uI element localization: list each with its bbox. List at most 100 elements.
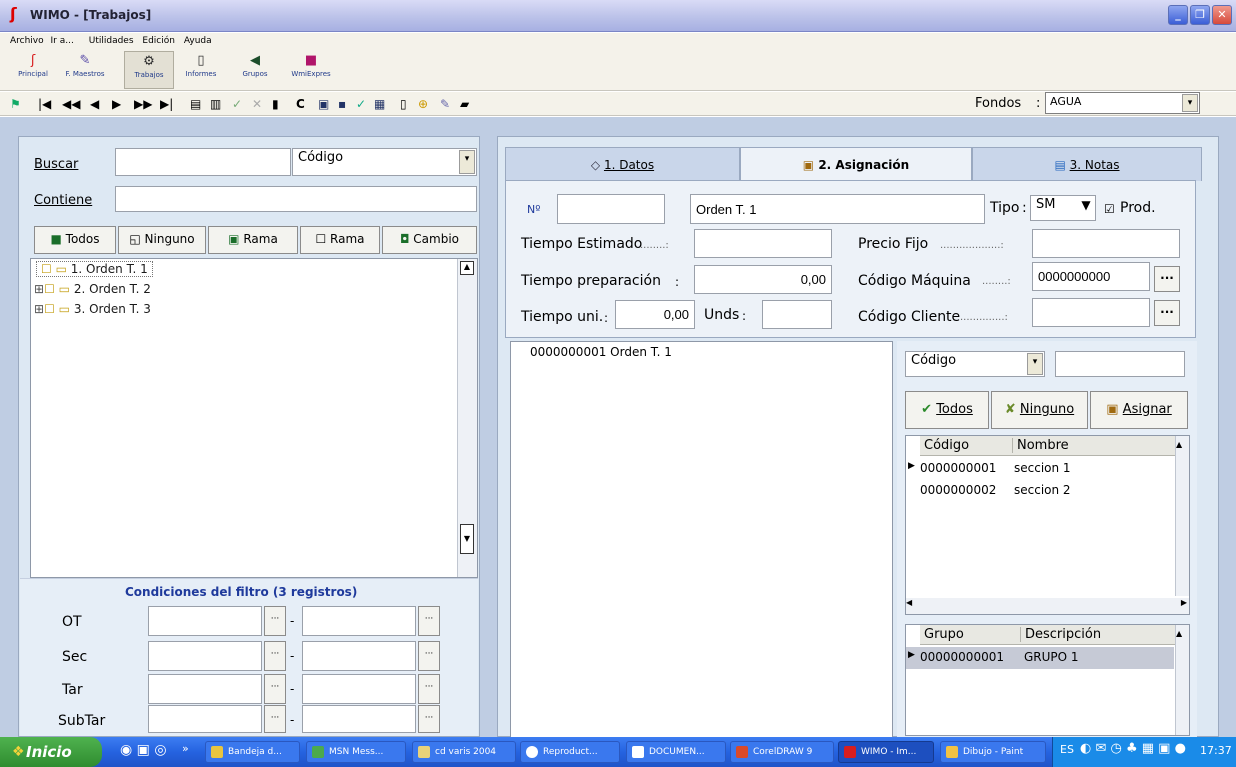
first-record-button[interactable]: |◀ <box>38 96 51 112</box>
chevron-down-icon[interactable]: ▾ <box>1182 94 1198 112</box>
list-item[interactable]: 0000000001 Orden T. 1 <box>530 345 672 359</box>
language-indicator[interactable]: ES <box>1060 743 1074 756</box>
menu-ir-a[interactable]: Ir a... <box>51 36 74 46</box>
taskbar-item-paint[interactable]: Dibujo - Paint <box>940 741 1046 763</box>
taskbar-item-bandeja[interactable]: Bandeja d... <box>205 741 300 763</box>
scroll-up-icon[interactable]: ▲ <box>460 261 474 275</box>
quicklaunch-icons[interactable]: ◉ ▣ ◎ <box>120 742 167 758</box>
ot-to-lookup-button[interactable]: ··· <box>418 606 440 636</box>
document-icon[interactable]: ▯ <box>400 96 407 112</box>
close-button[interactable]: ✕ <box>1212 5 1232 25</box>
last-record-button[interactable]: ▶| <box>160 96 173 112</box>
taskbar-item-coreldraw[interactable]: CorelDRAW 9 <box>730 741 834 763</box>
tar-to-lookup-button[interactable]: ··· <box>418 674 440 704</box>
new-record-icon[interactable]: ▤ <box>190 96 201 112</box>
grid-scrollbar[interactable]: ▲ <box>1175 625 1189 735</box>
cancel-icon[interactable]: ✕ <box>252 96 262 112</box>
grupos-button[interactable]: ◀ Grupos <box>230 51 280 89</box>
subtar-to-input[interactable] <box>302 705 416 733</box>
chevron-down-icon[interactable]: ▾ <box>459 150 475 174</box>
tipo-select[interactable]: SM ▼ <box>1030 195 1096 221</box>
tar-to-input[interactable] <box>302 674 416 704</box>
taskbar-item-folder[interactable]: cd varis 2004 <box>412 741 516 763</box>
section-search-input[interactable] <box>1055 351 1185 377</box>
grid-hscrollbar[interactable]: ◀ ▶ <box>906 598 1189 614</box>
subtar-from-lookup-button[interactable]: ··· <box>264 705 286 733</box>
tree-item-2[interactable]: ⊞☐ ▭ 2. Orden T. 2 <box>34 282 151 296</box>
codigo-cliente-lookup-button[interactable]: ··· <box>1154 300 1180 326</box>
prev-record-button[interactable]: ◀ <box>90 96 99 112</box>
tar-from-input[interactable] <box>148 674 262 704</box>
tools-icon[interactable]: ✎ <box>440 96 450 112</box>
codigo-maquina-lookup-button[interactable]: ··· <box>1154 266 1180 292</box>
alert-icon[interactable]: ⊕ <box>418 96 428 112</box>
scroll-right-icon[interactable]: ▶ <box>1181 598 1187 607</box>
menu-archivo[interactable]: Archivo <box>10 36 44 46</box>
prod-checkbox[interactable]: ☑ <box>1104 202 1115 216</box>
chevron-down-icon[interactable]: ▾ <box>1027 353 1043 375</box>
next-record-button[interactable]: ▶ <box>112 96 121 112</box>
rama-uncheck-button[interactable]: ☐ Rama <box>300 226 380 254</box>
expand-icon[interactable]: ⊞ <box>34 282 44 296</box>
accept-icon[interactable]: ✓ <box>232 96 242 112</box>
tab-datos[interactable]: ◇ 1. Datos <box>505 147 740 181</box>
sec-to-lookup-button[interactable]: ··· <box>418 641 440 671</box>
rama-check-button[interactable]: ▣ Rama <box>208 226 298 254</box>
tree-item-3[interactable]: ⊞☐ ▭ 3. Orden T. 3 <box>34 302 151 316</box>
ot-to-input[interactable] <box>302 606 416 636</box>
minimize-button[interactable]: _ <box>1168 5 1188 25</box>
menu-edicion[interactable]: Edición <box>142 36 175 46</box>
sec-to-input[interactable] <box>302 641 416 671</box>
ot-from-lookup-button[interactable]: ··· <box>264 606 286 636</box>
next-page-button[interactable]: ▶▶ <box>134 96 152 112</box>
menu-utilidades[interactable]: Utilidades <box>89 36 134 46</box>
table-row[interactable]: ▶ 0000000001 seccion 1 <box>906 458 1174 480</box>
scroll-down-icon[interactable]: ▼ <box>460 524 474 554</box>
select-all-button[interactable]: ✔ Todos <box>905 391 989 429</box>
tree-scrollbar[interactable]: ▲ ▼ <box>457 259 477 577</box>
asignar-button[interactable]: ▣ Asignar <box>1090 391 1188 429</box>
cambio-button[interactable]: ◘ Cambio <box>382 226 477 254</box>
ot-from-input[interactable] <box>148 606 262 636</box>
expand-icon[interactable]: ⊞ <box>34 302 44 316</box>
codigo-cliente-input[interactable] <box>1032 298 1150 327</box>
trabajos-button[interactable]: ⚙ Trabajos <box>124 51 174 89</box>
informes-button[interactable]: ▯ Informes <box>176 51 226 89</box>
chevron-down-icon[interactable]: ▼ <box>1078 197 1094 219</box>
taskbar-item-msn[interactable]: MSN Mess... <box>306 741 406 763</box>
sec-from-input[interactable] <box>148 641 262 671</box>
precio-fijo-input[interactable] <box>1032 229 1180 258</box>
exit-icon[interactable]: ▰ <box>460 96 469 112</box>
copy-record-icon[interactable]: ▥ <box>210 96 221 112</box>
subtar-from-input[interactable] <box>148 705 262 733</box>
section-field-select[interactable]: Código ▾ <box>905 351 1045 377</box>
tiempo-uni-input[interactable] <box>615 300 695 329</box>
select-none-button[interactable]: ✘ Ninguno <box>991 391 1088 429</box>
tray-icons[interactable]: ◐ ✉ ◷ ♣ ▦ ▣ ● <box>1080 741 1186 756</box>
codigo-maquina-input[interactable] <box>1032 262 1150 291</box>
scroll-up-icon[interactable]: ▲ <box>1176 440 1182 449</box>
scroll-left-icon[interactable]: ◀ <box>906 598 912 607</box>
table-row[interactable]: ▶ 00000000001 GRUPO 1 <box>906 647 1174 669</box>
todos-button[interactable]: ■ Todos <box>34 226 116 254</box>
buscar-field-select[interactable]: Código ▾ <box>292 148 477 176</box>
scroll-up-icon[interactable]: ▲ <box>1176 629 1182 638</box>
order-name-input[interactable] <box>690 194 985 224</box>
contiene-input[interactable] <box>115 186 477 212</box>
menu-ayuda[interactable]: Ayuda <box>184 36 212 46</box>
tar-from-lookup-button[interactable]: ··· <box>264 674 286 704</box>
grid-scrollbar[interactable]: ▲ <box>1175 436 1189 596</box>
table-row[interactable]: 0000000002 seccion 2 <box>906 480 1174 502</box>
chevron-icon[interactable]: » <box>182 742 189 755</box>
wmiexpres-button[interactable]: ■ WmiExpres <box>286 51 336 89</box>
calendar-icon[interactable]: ▦ <box>374 96 385 112</box>
taskbar-item-documento[interactable]: DOCUMEN... <box>626 741 726 763</box>
maximize-button[interactable]: ❐ <box>1190 5 1210 25</box>
tab-asignacion[interactable]: ▣ 2. Asignación <box>740 147 972 182</box>
numero-input[interactable] <box>557 194 665 224</box>
maestros-button[interactable]: ✎ F. Maestros <box>60 51 110 89</box>
sec-from-lookup-button[interactable]: ··· <box>264 641 286 671</box>
unds-input[interactable] <box>762 300 832 329</box>
filter-icon[interactable]: ▪ <box>338 96 346 112</box>
view-icon[interactable]: ▣ <box>318 96 329 112</box>
